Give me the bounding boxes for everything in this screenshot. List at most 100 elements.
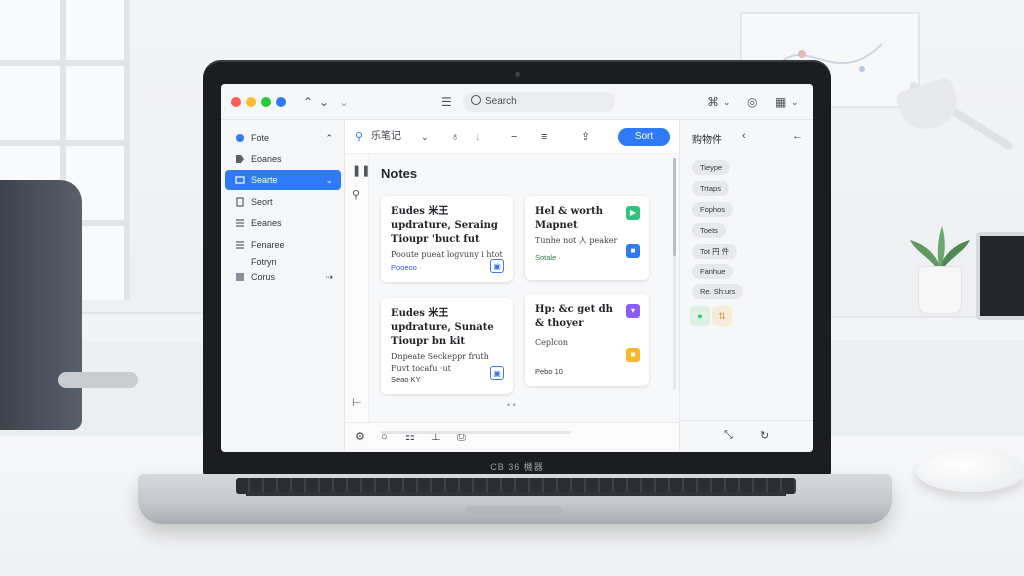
sidebar-item-fenaree[interactable]: Fenaree (225, 235, 341, 255)
sidebar-item-searte[interactable]: Searte ⌄ (225, 170, 341, 190)
nav-up-icon[interactable]: ⌃ (303, 94, 313, 110)
sidebar-item-label: Fenaree (251, 240, 285, 250)
grid-icon (236, 273, 244, 281)
note-card[interactable]: Hp: &c get dh & thoyer Ceplcon Pebo 10 ▾… (525, 294, 649, 386)
sidebar-item-label: Eeanes (251, 218, 282, 228)
zoom-window-button[interactable] (261, 97, 271, 107)
horizontal-scrollbar[interactable] (381, 431, 571, 434)
menu-icon[interactable]: ≡ (541, 129, 547, 145)
note-footer: Pooeoo · (391, 263, 422, 272)
sidebar-item-eeanes[interactable]: Eeanes (225, 213, 341, 233)
note-snippet: Pooute pueat logvuny i htot (391, 250, 503, 259)
chevron-down-icon[interactable]: ⌄ (339, 94, 349, 110)
tag-chip[interactable]: Tieype (692, 160, 731, 175)
minimize-window-button[interactable] (246, 97, 256, 107)
sidebar-item-label: Searte (251, 175, 278, 185)
office-chair (0, 180, 82, 430)
nav-down-icon[interactable]: ⌄ (319, 94, 329, 110)
page-title: Notes (381, 166, 418, 181)
share-icon[interactable]: ⌘ (707, 94, 719, 110)
list-icon (236, 241, 244, 249)
flag-icon[interactable]: ⊢ (352, 396, 362, 409)
tag-icon (236, 155, 244, 163)
extra-window-button[interactable] (276, 97, 286, 107)
close-window-button[interactable] (231, 97, 241, 107)
office-chair-arm (58, 372, 138, 388)
sidebar-item-eoanes[interactable]: Eoanes (225, 149, 341, 169)
circle-icon (236, 134, 244, 142)
bulb-icon[interactable]: ♁ (451, 129, 459, 145)
note-footer: Sotale · (535, 253, 561, 262)
bottom-toolbar: ⚙ ○ ☷ ⊥ ⎙ (345, 422, 679, 452)
title-bar: ⌃ ⌄ ⌄ ☰ Search ⌘ ⌄ ◎ ▦ ⌄ (221, 84, 813, 120)
note-snippet: Ceplcon (535, 338, 568, 347)
square-icon: ■ (626, 348, 640, 362)
shield-icon: ▾ (626, 304, 640, 318)
settings-icon[interactable]: ⚙ (355, 430, 365, 444)
note-title: Eudes 米王 updrature, Seraing Tioupr 'buct… (391, 206, 498, 245)
note-badge-icon: ▣ (490, 366, 504, 380)
chevron-left-icon[interactable]: ‹ (742, 130, 746, 142)
sort-button[interactable]: Sort (618, 128, 670, 146)
sidebar-item-fotryn[interactable]: Fotryn (225, 255, 341, 269)
background-shelf (70, 312, 220, 342)
pagination-dots: • • (507, 400, 516, 410)
note-title: Hel & worth Mapnet (535, 206, 604, 231)
chevron-down-icon[interactable]: ⌄ (723, 94, 731, 110)
calendar-icon[interactable]: ▦ (775, 94, 786, 110)
pin-icon[interactable]: ❚❚ (352, 164, 370, 177)
note-card[interactable]: Hel & worth Mapnet Tunhe not 人 peaker So… (525, 196, 649, 280)
minus-icon[interactable]: − (511, 129, 517, 145)
panel-title: 购物件 (692, 135, 722, 146)
chevron-down-icon[interactable]: ⌄ (325, 170, 333, 190)
tag-chip[interactable]: Fanhue (692, 264, 734, 279)
tag-chip[interactable]: Trtaps (692, 181, 729, 196)
tag-chip[interactable]: Toets (692, 223, 726, 238)
refresh-icon[interactable]: ↻ (760, 429, 769, 442)
search-icon[interactable]: ⚲ (355, 129, 363, 145)
note-card[interactable]: Eudes 米王 updrature, Seraing Tioupr 'buct… (381, 196, 513, 282)
folder-icon (235, 176, 245, 184)
scrollbar-thumb[interactable] (673, 158, 676, 256)
square-icon: ■ (626, 244, 640, 258)
chevron-down-icon[interactable]: ⌄ (421, 129, 429, 145)
list-icon[interactable]: ☰ (441, 94, 452, 110)
chevron-down-icon[interactable]: ⌄ (791, 94, 799, 110)
play-icon: ▶ (626, 206, 640, 220)
sidebar-item-seort[interactable]: Seort (225, 192, 341, 212)
share-icon[interactable]: ⇪ (581, 129, 590, 145)
search-text: Search (485, 96, 517, 107)
account-icon[interactable]: ◎ (747, 94, 757, 110)
tag-chip[interactable]: Re. Sh:urs (692, 284, 744, 299)
laptop-notch (466, 506, 562, 514)
status-indicator-icon[interactable]: ● (690, 306, 710, 326)
keyboard-row (246, 492, 786, 496)
note-footer: Seao KY (391, 375, 421, 384)
note-card[interactable]: Eudes 米王 updrature, Sunate Tioupr bn kit… (381, 298, 513, 394)
tag-chip[interactable]: Tot 円 件 (692, 244, 738, 259)
plant-pot (918, 266, 962, 314)
sidebar-item-label: Fotryn (251, 257, 277, 267)
notebook-selector[interactable]: 乐笔记 (371, 129, 401, 145)
search-icon (471, 95, 481, 105)
search-input[interactable]: Search (463, 92, 615, 112)
background-monitor (976, 232, 1024, 320)
sidebar-item-fote[interactable]: Fote ⌃ (225, 128, 341, 148)
chevron-up-icon[interactable]: ⌃ (325, 128, 333, 148)
sidebar: Fote ⌃ Eoanes Searte ⌄ Seort Eeanes Fena… (221, 120, 345, 452)
tag-chip[interactable]: Fophos (692, 202, 734, 217)
sidebar-item-corus[interactable]: Corus ⇢ (225, 269, 341, 285)
sort-arrows-icon[interactable]: ⇅ (712, 306, 732, 326)
notes-area: Notes Eudes 米王 updrature, Seraing Tioupr… (369, 154, 679, 422)
app-window: ⌃ ⌄ ⌄ ☰ Search ⌘ ⌄ ◎ ▦ ⌄ Fote ⌃ Eoanes S… (221, 84, 813, 452)
arrow-left-icon[interactable]: ← (792, 130, 803, 142)
right-panel: 购物件 ‹ ← Tieype Trtaps Fophos Toets Tot 円… (679, 120, 813, 452)
doc-icon (236, 197, 244, 207)
note-snippet: Dnpeate Seckeppr fruth Fuvt tocafu ·ut (391, 352, 489, 373)
collapse-icon[interactable]: ⤡ (724, 429, 733, 442)
sidebar-item-label: Seort (251, 197, 273, 207)
note-footer: Pebo 10 (535, 367, 563, 376)
more-icon[interactable]: ⇢ (325, 269, 333, 285)
search-icon[interactable]: ⚲ (352, 188, 360, 201)
arrow-down-icon[interactable]: ↓ (475, 129, 481, 145)
